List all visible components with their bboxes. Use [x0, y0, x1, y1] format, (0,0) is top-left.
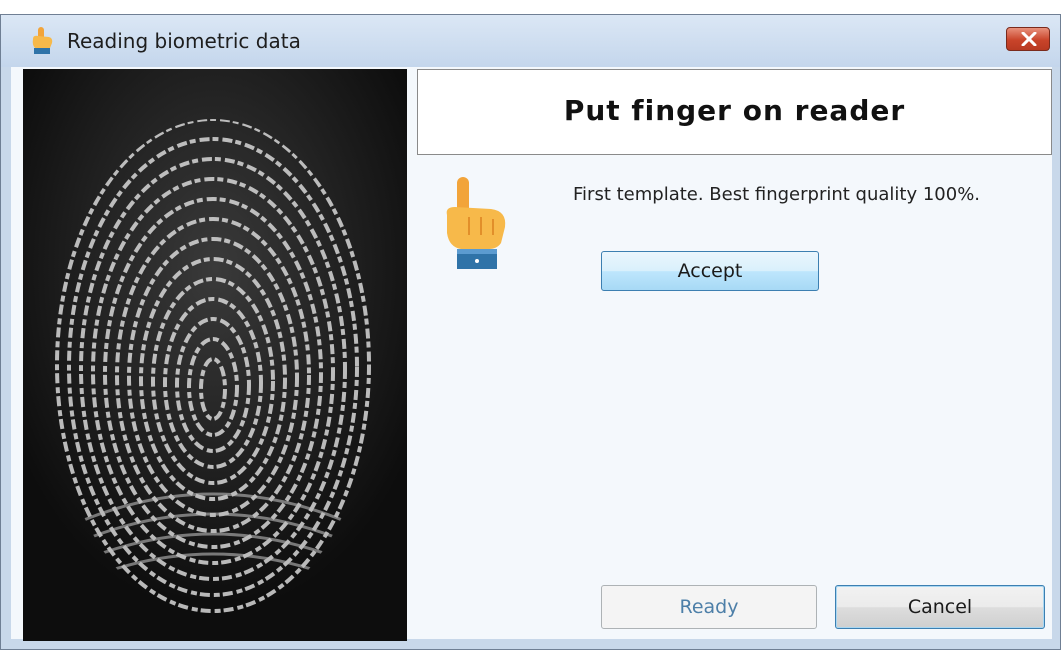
pointing-hand-icon: [441, 177, 513, 273]
instruction-heading: Put finger on reader: [563, 94, 906, 127]
pointing-finger-icon: [29, 27, 55, 55]
dialog-window: Reading biometric data Put finger on rea…: [0, 14, 1061, 650]
title-bar: Reading biometric data: [1, 15, 1060, 67]
close-icon: [1021, 32, 1037, 46]
accept-button[interactable]: Accept: [601, 251, 819, 291]
status-message: First template. Best fingerprint quality…: [573, 184, 981, 205]
window-title: Reading biometric data: [67, 29, 301, 53]
close-button[interactable]: [1006, 27, 1050, 51]
cancel-button[interactable]: Cancel: [835, 585, 1045, 629]
fingerprint-scan-image: [23, 69, 407, 641]
instruction-panel: Put finger on reader: [417, 69, 1052, 155]
ready-button[interactable]: Ready: [601, 585, 817, 629]
dialog-content: Put finger on reader First template. Bes…: [11, 67, 1052, 641]
